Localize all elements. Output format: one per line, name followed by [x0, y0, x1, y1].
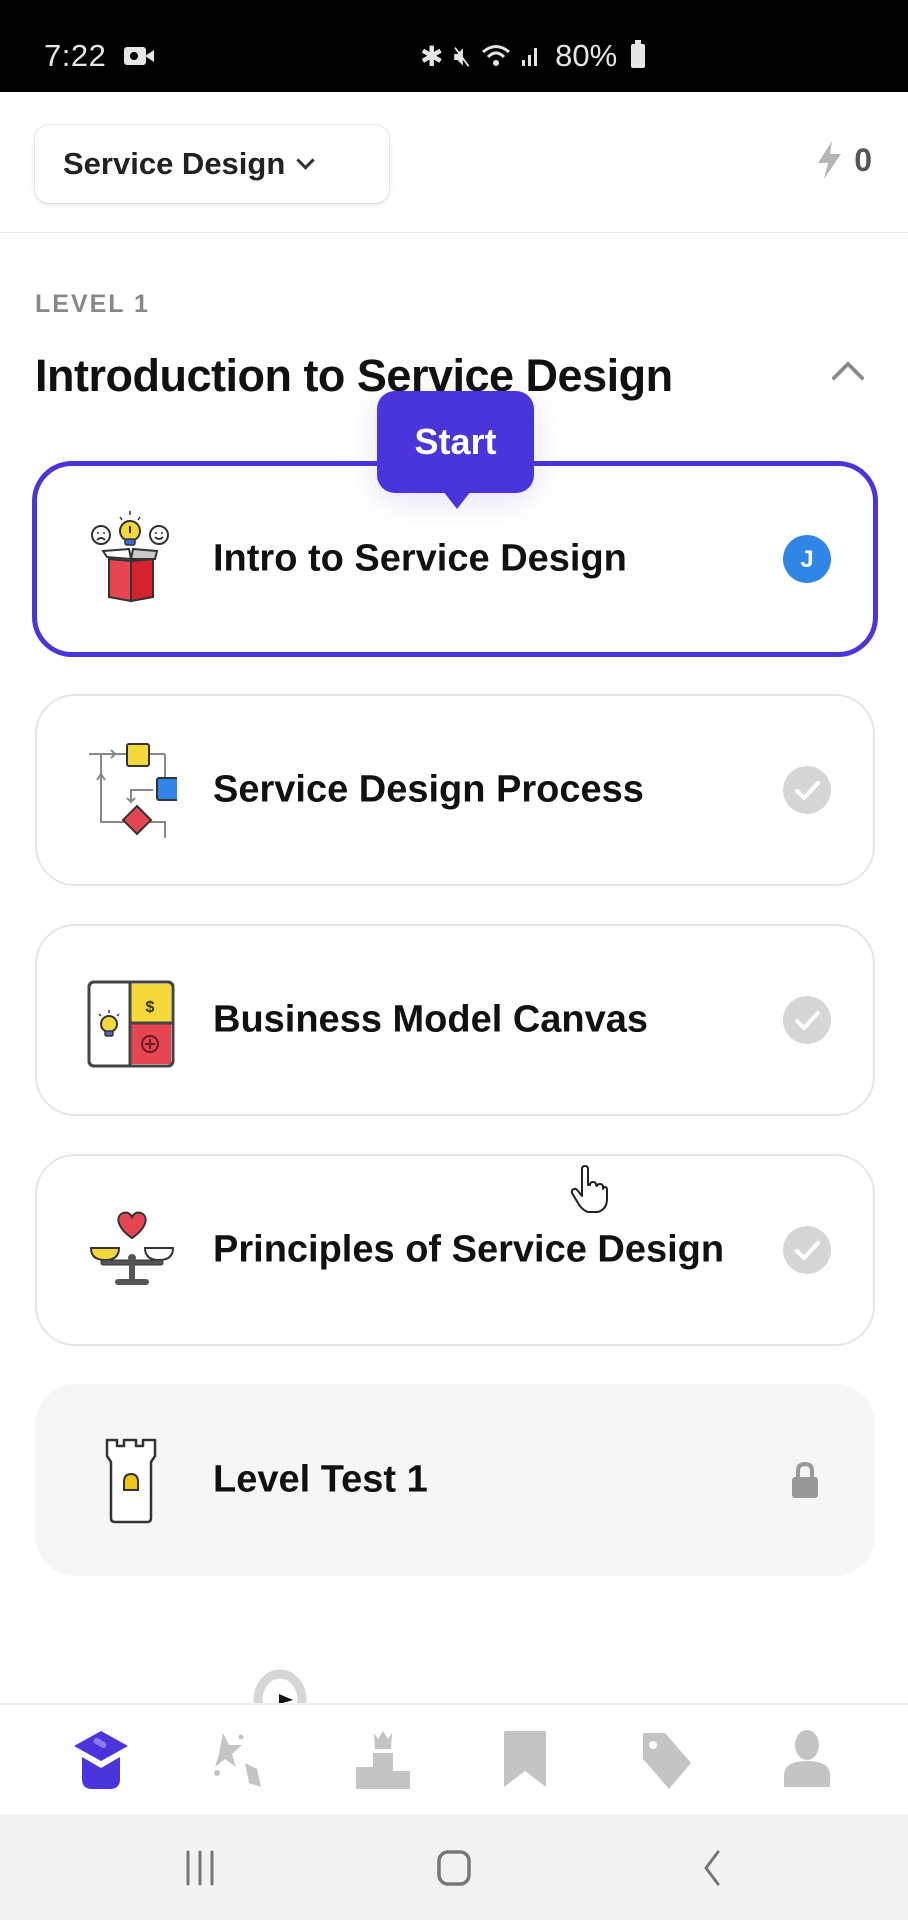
signal-icon	[522, 48, 538, 66]
lesson-title: Intro to Service Design	[213, 537, 627, 580]
next-level-progress-icon	[253, 1669, 307, 1704]
battery-percentage: 80%	[555, 38, 618, 73]
graduation-cap-icon	[73, 1730, 128, 1789]
system-navigation-bar	[0, 1814, 908, 1920]
hand-cursor-icon	[570, 1165, 608, 1213]
chevron-up-icon[interactable]	[831, 361, 865, 395]
balance-scale-heart-icon	[89, 1211, 175, 1285]
battery-icon	[631, 40, 646, 68]
recent-apps-icon	[186, 1850, 214, 1886]
podium-icon	[356, 1730, 411, 1789]
checkmark-circle-icon	[783, 996, 831, 1044]
back-icon	[704, 1850, 720, 1886]
start-label: Start	[414, 421, 497, 462]
level-test-card[interactable]: Level Test 1	[35, 1384, 875, 1576]
bookmark-icon	[503, 1730, 546, 1787]
user-avatar-badge: J	[783, 535, 831, 583]
lesson-title: Service Design Process	[213, 768, 644, 811]
nav-profile[interactable]	[767, 1720, 847, 1800]
status-bar: 7:22 ✱ 🔇︎ 80%	[0, 0, 908, 92]
app-header: Service Design 0	[0, 92, 908, 233]
status-time: 7:22	[44, 38, 107, 73]
stars-icon	[213, 1732, 261, 1787]
avatar-initial: J	[800, 546, 813, 573]
home-button[interactable]	[436, 1844, 472, 1892]
course-selector-dropdown[interactable]: Service Design	[35, 125, 389, 203]
lock-icon	[792, 1461, 818, 1498]
castle-tower-icon	[105, 1438, 157, 1524]
home-icon	[437, 1850, 471, 1886]
energy-counter[interactable]: 0	[814, 140, 872, 180]
bluetooth-icon: ✱	[420, 40, 444, 72]
checkmark-circle-icon	[783, 1226, 831, 1274]
nav-saved[interactable]	[485, 1720, 565, 1800]
lesson-title: Level Test 1	[213, 1458, 428, 1501]
wifi-icon	[482, 45, 511, 66]
status-icons: ✱ 🔇︎ 80%	[420, 38, 646, 74]
chevron-down-icon	[296, 150, 315, 170]
business-canvas-icon: $	[87, 980, 175, 1068]
back-button[interactable]	[698, 1844, 726, 1892]
screen-record-icon	[124, 47, 154, 65]
process-flow-icon	[89, 743, 177, 838]
energy-count: 0	[854, 141, 872, 178]
lightning-icon	[818, 141, 842, 179]
lesson-card[interactable]: Service Design Process	[35, 694, 875, 886]
start-tooltip[interactable]: Start	[377, 391, 534, 509]
tag-icon	[642, 1732, 691, 1789]
mute-icon: 🔇︎	[453, 39, 472, 71]
nav-learn[interactable]	[61, 1720, 141, 1800]
checkmark-circle-icon	[783, 766, 831, 814]
nav-leaderboard[interactable]	[343, 1720, 423, 1800]
lesson-card[interactable]: Principles of Service Design	[35, 1154, 875, 1346]
lesson-title: Business Model Canvas	[213, 998, 649, 1041]
level-title: Introduction to Service Design	[35, 350, 673, 401]
course-selector-label: Service Design	[63, 146, 286, 181]
open-box-idea-icon	[91, 511, 169, 603]
nav-practice[interactable]	[202, 1720, 282, 1800]
bottom-nav	[0, 1703, 908, 1814]
user-icon	[784, 1729, 831, 1787]
recent-apps-button[interactable]	[182, 1844, 218, 1892]
lesson-card[interactable]: $ Business Model Canvas	[35, 924, 875, 1116]
lesson-title: Principles of Service Design	[213, 1228, 725, 1271]
nav-offers[interactable]	[626, 1720, 706, 1800]
svg-text:$: $	[146, 999, 155, 1016]
level-label: LEVEL 1	[35, 290, 150, 318]
